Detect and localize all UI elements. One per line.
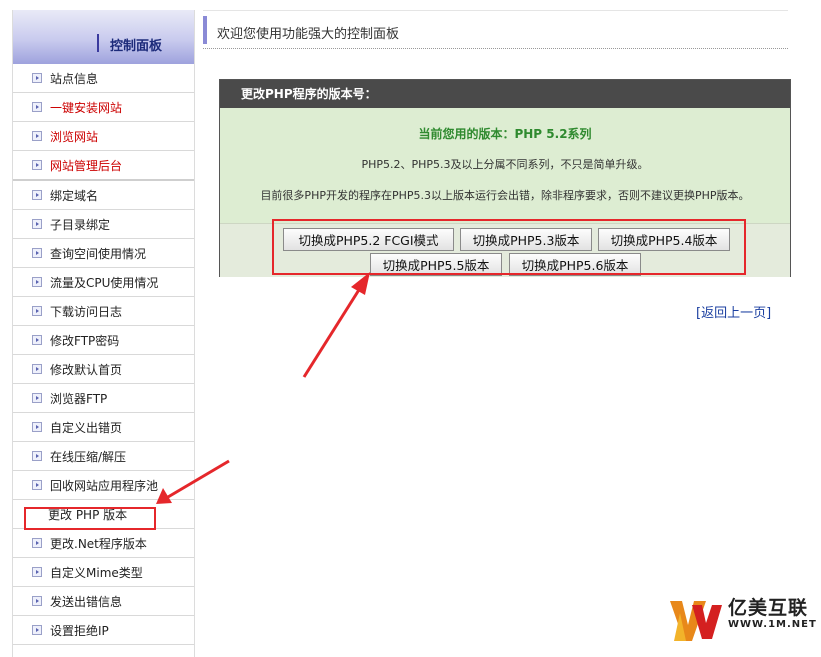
logo-url: WWW.1M.NET [728, 619, 817, 630]
logo-name: 亿美互联 [728, 597, 809, 619]
annotation-arrows [156, 272, 370, 504]
arrow-to-php-menu [156, 459, 230, 504]
arrow-to-buttons [302, 272, 370, 378]
watermark-logo: 亿美互联 WWW.1M.NET [668, 593, 816, 647]
logo-icon [670, 601, 722, 641]
